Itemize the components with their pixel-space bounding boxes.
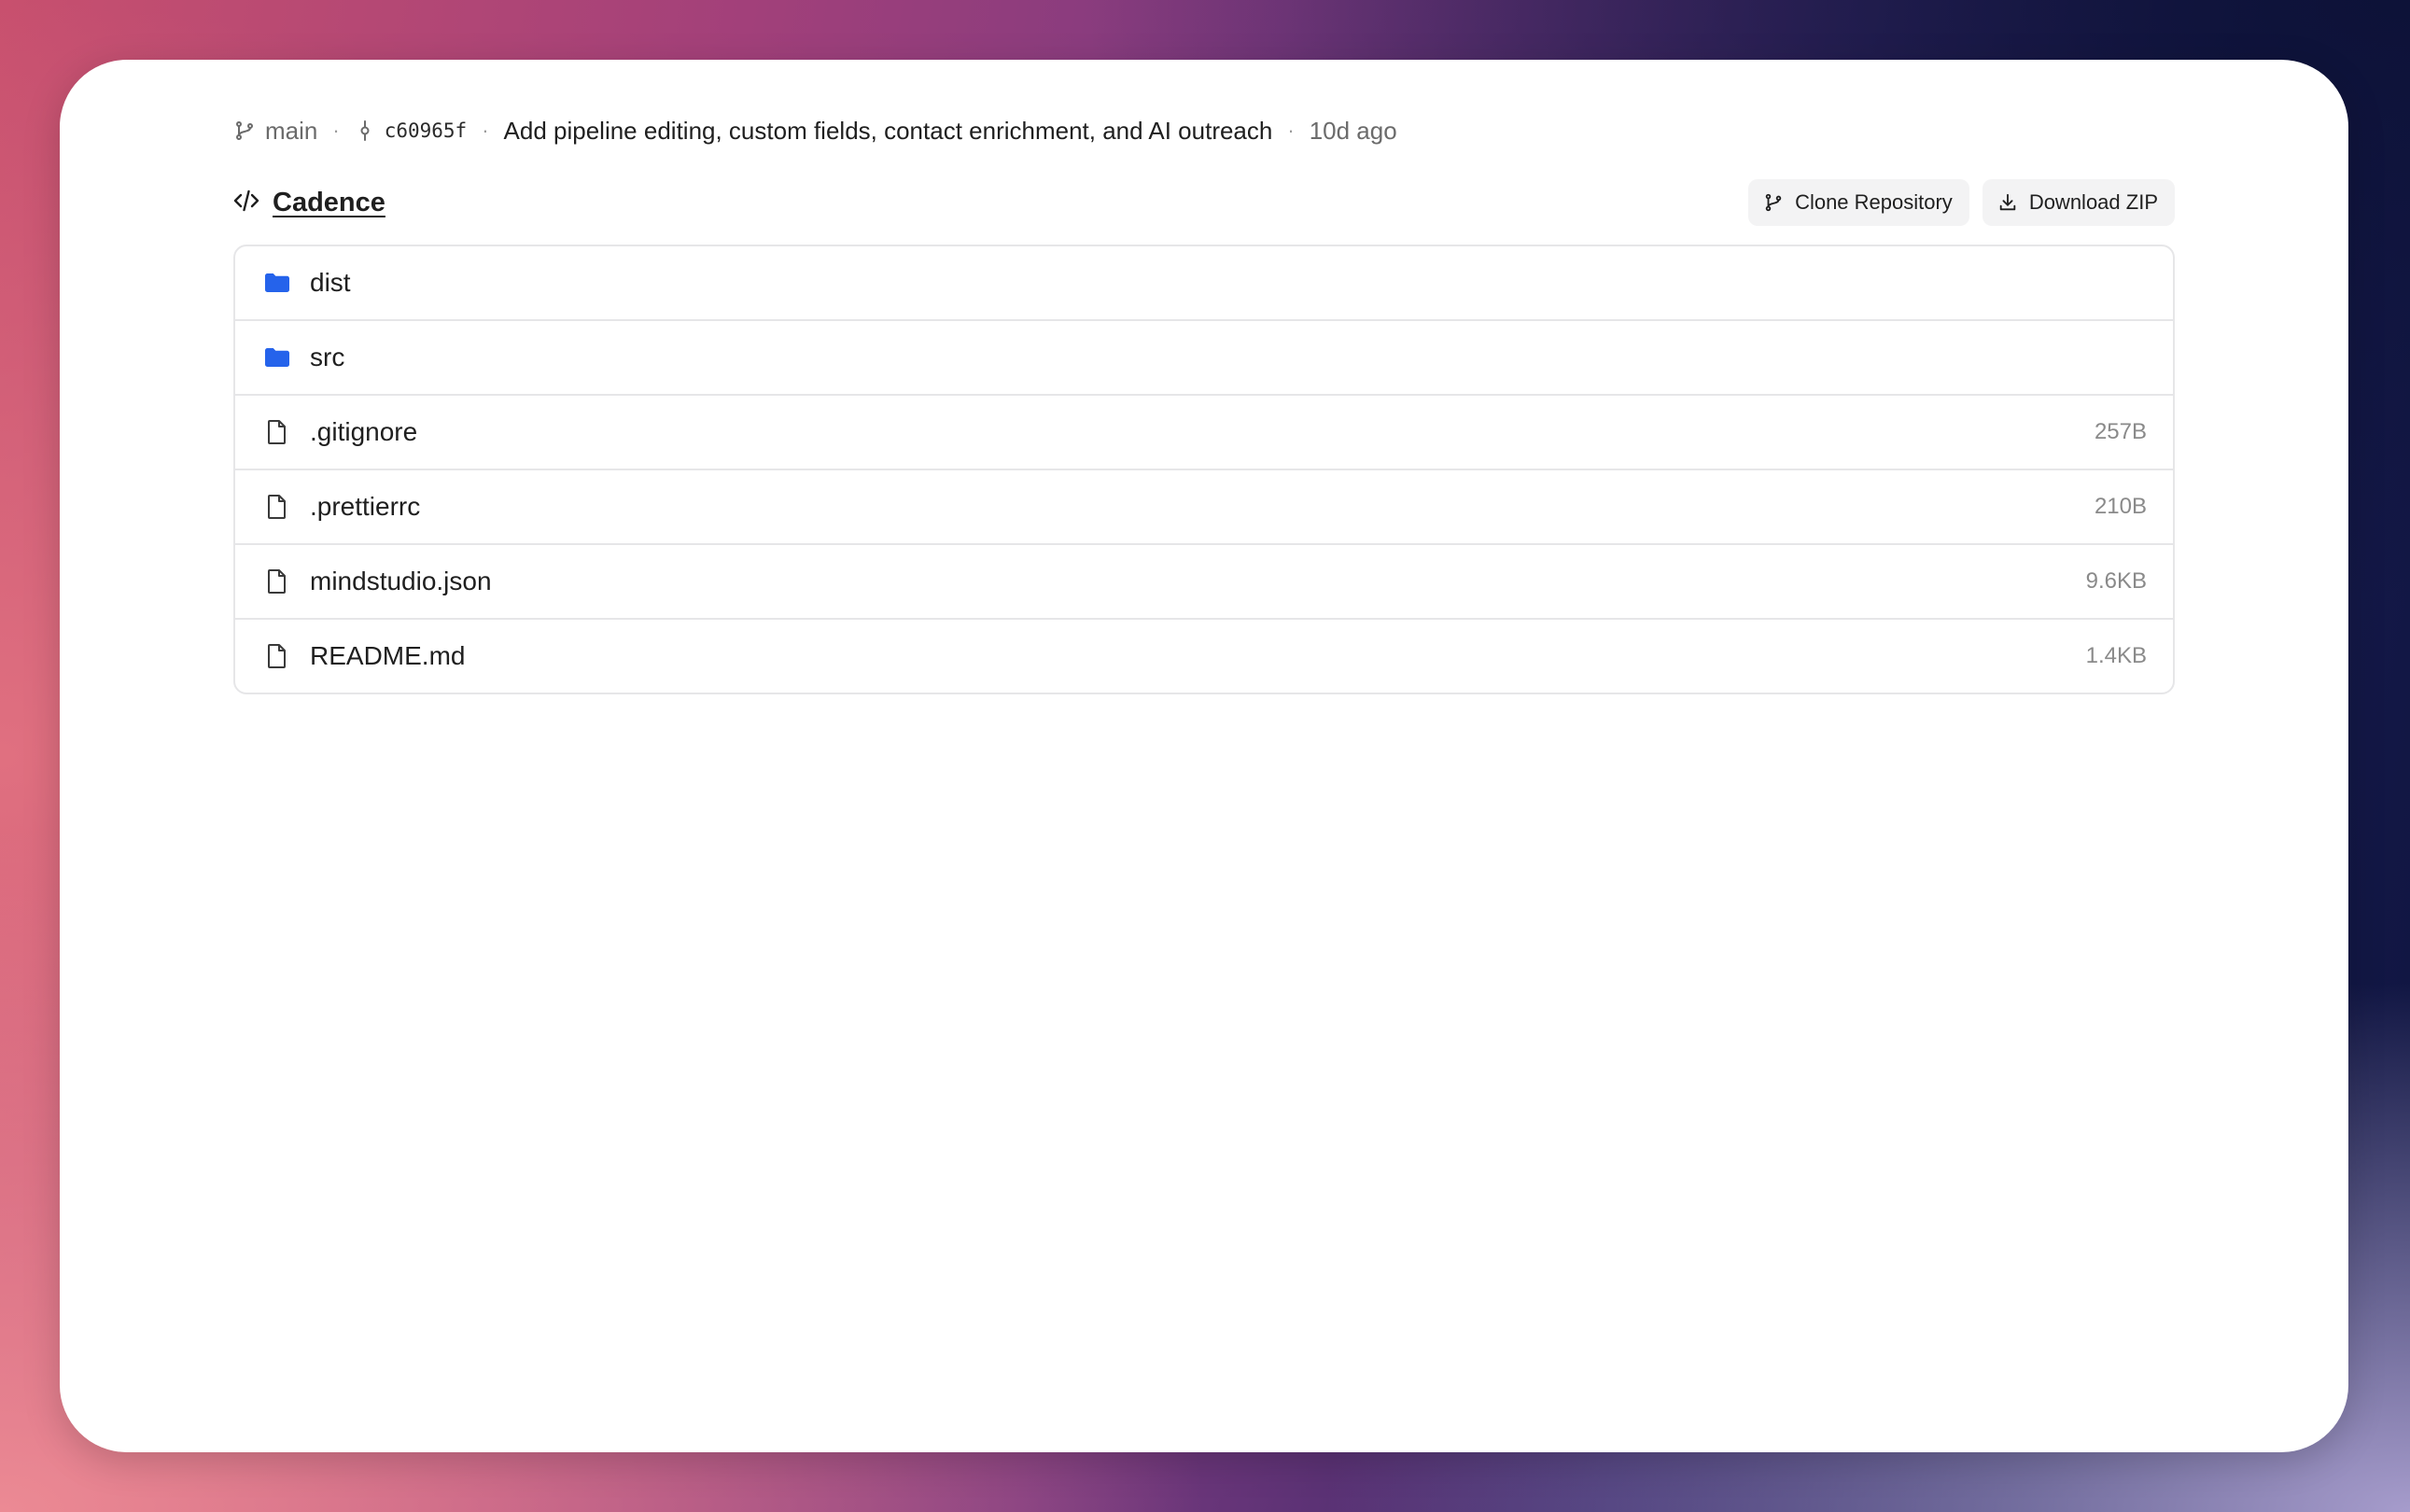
commit-time: 10d ago: [1309, 116, 1397, 145]
repository-content: main · c60965f · Add pipeline editing, c…: [233, 105, 2175, 694]
branch-name[interactable]: main: [265, 117, 317, 146]
file-size: 210B: [2094, 494, 2147, 519]
file-size: 257B: [2094, 419, 2147, 444]
separator-dot: ·: [1287, 119, 1295, 142]
repository-name-link[interactable]: Cadence: [273, 188, 385, 218]
file-name[interactable]: .gitignore: [310, 417, 2095, 447]
file-name[interactable]: src: [310, 343, 2147, 372]
download-icon: [1997, 192, 2018, 213]
file-row-gitignore[interactable]: .gitignore 257B: [235, 394, 2173, 469]
latest-commit-bar: main · c60965f · Add pipeline editing, c…: [233, 105, 2175, 157]
file-icon: [263, 493, 291, 521]
commit-hash[interactable]: c60965f: [385, 119, 468, 142]
clone-repository-label: Clone Repository: [1795, 190, 1953, 214]
file-name[interactable]: .prettierrc: [310, 492, 2095, 522]
file-name[interactable]: README.md: [310, 641, 2086, 671]
download-zip-button[interactable]: Download ZIP: [1982, 179, 2175, 226]
file-row-dist[interactable]: dist: [235, 246, 2173, 319]
file-row-mindstudio-json[interactable]: mindstudio.json 9.6KB: [235, 543, 2173, 618]
file-icon: [263, 642, 291, 670]
file-icon: [263, 418, 291, 446]
folder-icon: [263, 269, 291, 297]
file-size: 1.4KB: [2085, 643, 2147, 668]
repository-title: Cadence: [233, 188, 385, 218]
code-icon: [233, 188, 259, 218]
file-icon: [263, 567, 291, 595]
clone-repository-button[interactable]: Clone Repository: [1748, 179, 1969, 226]
repository-window: main · c60965f · Add pipeline editing, c…: [60, 60, 2348, 1452]
repository-actions: Clone Repository Download ZIP: [1748, 179, 2175, 226]
download-zip-label: Download ZIP: [2028, 190, 2158, 214]
file-row-readme[interactable]: README.md 1.4KB: [235, 618, 2173, 693]
file-list: dist src .gitignore 257B .prettierrc 210…: [233, 245, 2175, 694]
repository-header: Cadence Clone Repository Download ZIP: [233, 177, 2175, 228]
git-branch-icon: [1763, 192, 1784, 213]
file-size: 9.6KB: [2085, 568, 2147, 594]
folder-icon: [263, 343, 291, 371]
branch-icon: [233, 119, 256, 142]
file-name[interactable]: mindstudio.json: [310, 567, 2086, 596]
commit-message: Add pipeline editing, custom fields, con…: [503, 116, 1273, 145]
file-name[interactable]: dist: [310, 268, 2147, 298]
commit-icon: [355, 119, 375, 142]
file-row-prettierrc[interactable]: .prettierrc 210B: [235, 469, 2173, 543]
separator-dot: ·: [332, 119, 340, 142]
file-row-src[interactable]: src: [235, 319, 2173, 394]
separator-dot: ·: [482, 119, 489, 142]
